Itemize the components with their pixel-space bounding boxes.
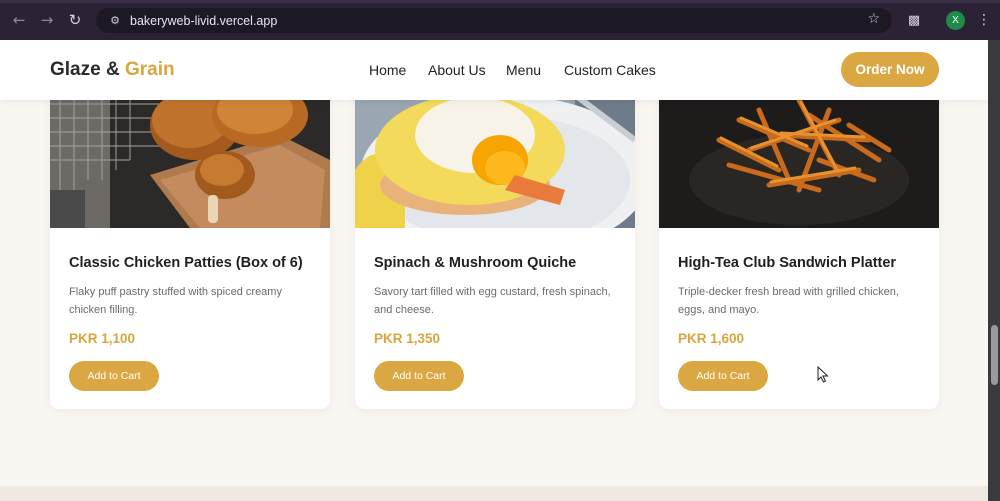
profile-avatar[interactable]: X	[946, 11, 965, 30]
product-price: PKR 1,100	[69, 331, 136, 346]
nav-about-us[interactable]: About Us	[428, 62, 486, 78]
nav-custom-cakes[interactable]: Custom Cakes	[564, 62, 656, 78]
product-price: PKR 1,350	[374, 331, 441, 346]
product-image-fried-chicken	[50, 80, 330, 228]
site-logo[interactable]: Glaze & Grain	[50, 59, 175, 81]
product-description: Savory tart filled with egg custard, fre…	[374, 286, 611, 316]
back-arrow-icon[interactable]: ←	[5, 6, 33, 34]
url-text[interactable]: bakeryweb-livid.vercel.app	[130, 14, 277, 28]
nav-menu[interactable]: Menu	[506, 62, 541, 78]
product-card: Spinach & Mushroom Quiche Savory tart fi…	[355, 80, 635, 409]
product-description: Triple-decker fresh bread with grilled c…	[678, 286, 899, 316]
browser-toolbar: ← → ↻ ⚙ bakeryweb-livid.vercel.app ☆ ▩ X…	[0, 0, 1000, 40]
address-bar[interactable]: ⚙ bakeryweb-livid.vercel.app ☆	[96, 8, 892, 33]
order-now-button[interactable]: Order Now	[841, 52, 939, 87]
page-scrollbar-thumb[interactable]	[991, 325, 998, 385]
mouse-cursor-icon	[817, 365, 829, 387]
section-divider	[0, 486, 988, 501]
product-title: Spinach & Mushroom Quiche	[374, 255, 577, 271]
page-scrollbar-track[interactable]	[988, 40, 1000, 501]
extensions-icon[interactable]: ▩	[904, 10, 924, 30]
product-image-fries	[659, 80, 939, 228]
site-info-icon[interactable]: ⚙	[102, 14, 128, 27]
add-to-cart-button[interactable]: Add to Cart	[69, 361, 159, 391]
kebab-menu-icon[interactable]: ⋮	[977, 10, 991, 30]
star-icon[interactable]: ☆	[867, 11, 880, 27]
add-to-cart-button[interactable]: Add to Cart	[678, 361, 768, 391]
product-description: Flaky puff pastry stuffed with spiced cr…	[69, 286, 282, 316]
product-title: Classic Chicken Patties (Box of 6)	[69, 255, 303, 271]
product-title: High-Tea Club Sandwich Platter	[678, 255, 897, 271]
logo-text-accent: Grain	[124, 59, 175, 80]
site-header: Glaze & Grain Home About Us Menu Custom …	[0, 40, 988, 100]
tab-strip-edge	[0, 0, 1000, 3]
reload-icon[interactable]: ↻	[61, 6, 89, 34]
product-price: PKR 1,600	[678, 331, 745, 346]
product-card: Classic Chicken Patties (Box of 6) Flaky…	[50, 80, 330, 409]
product-card: High-Tea Club Sandwich Platter Triple-de…	[659, 80, 939, 409]
nav-home[interactable]: Home	[369, 62, 406, 78]
product-image-eggs-benedict	[355, 80, 635, 228]
logo-text-primary: Glaze &	[50, 59, 120, 80]
forward-arrow-icon[interactable]: →	[33, 6, 61, 34]
add-to-cart-button[interactable]: Add to Cart	[374, 361, 464, 391]
